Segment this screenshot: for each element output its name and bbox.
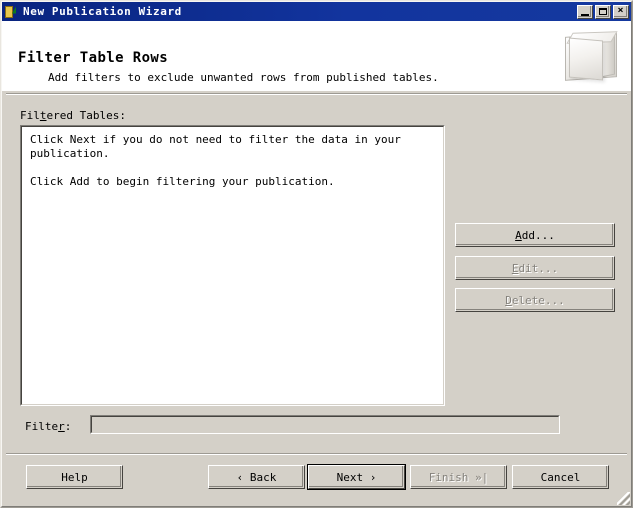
close-button[interactable]: × [613, 4, 629, 19]
filtered-tables-listbox[interactable]: Click Next if you do not need to filter … [20, 125, 445, 406]
page-title: Filter Table Rows [18, 50, 169, 66]
delete-button[interactable]: Delete... [455, 288, 615, 312]
footer-separator [6, 453, 627, 455]
publication-book-icon [561, 27, 623, 87]
maximize-button[interactable] [595, 4, 611, 19]
edit-button[interactable]: Edit... [455, 256, 615, 280]
filter-label: Filter: [25, 420, 72, 433]
filter-input[interactable] [92, 421, 558, 436]
resize-grip[interactable] [617, 492, 630, 505]
wizard-header: Filter Table Rows Add filters to exclude… [2, 21, 631, 91]
add-button[interactable]: Add... [455, 223, 615, 247]
back-button[interactable]: ‹ Back [208, 465, 305, 489]
filtered-tables-hint-text: Click Next if you do not need to filter … [30, 133, 401, 188]
titlebar[interactable]: New Publication Wizard × [2, 2, 631, 21]
finish-button[interactable]: Finish »| [410, 465, 507, 489]
publication-wizard-icon [4, 4, 20, 20]
minimize-icon [581, 13, 589, 16]
filtered-tables-label: Filtered Tables: [20, 109, 126, 122]
maximize-icon [599, 7, 607, 15]
cancel-button[interactable]: Cancel [512, 465, 609, 489]
next-button[interactable]: Next › [307, 464, 406, 490]
close-icon: × [617, 5, 624, 16]
help-button[interactable]: Help [26, 465, 123, 489]
filter-input-wrapper[interactable] [90, 415, 560, 436]
window-title: New Publication Wizard [23, 5, 182, 18]
titlebar-buttons: × [577, 4, 631, 19]
wizard-body: Filtered Tables: Click Next if you do no… [2, 95, 631, 506]
page-subtitle: Add filters to exclude unwanted rows fro… [48, 71, 439, 84]
minimize-button[interactable] [577, 4, 593, 19]
new-publication-wizard-window: New Publication Wizard × Filter Table Ro… [0, 0, 633, 508]
